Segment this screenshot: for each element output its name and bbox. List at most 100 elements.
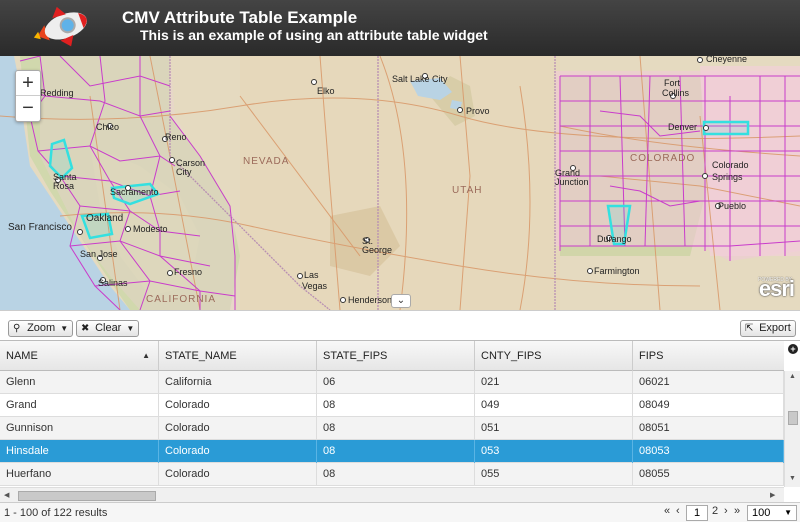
cell-state-fips: 08 bbox=[317, 463, 475, 486]
table-row[interactable]: Hinsdale Colorado 08 053 08053 bbox=[0, 440, 784, 463]
rocket-logo-icon bbox=[33, 6, 87, 47]
cell-state-name: Colorado bbox=[159, 440, 317, 463]
svg-text:UTAH: UTAH bbox=[452, 185, 482, 196]
svg-text:Sacramento: Sacramento bbox=[110, 187, 159, 197]
cell-state-fips: 06 bbox=[317, 371, 475, 394]
cell-fips: 08051 bbox=[633, 417, 784, 440]
current-page-box[interactable]: 1 bbox=[686, 505, 708, 521]
svg-text:Elko: Elko bbox=[317, 86, 335, 96]
svg-text:Cheyenne: Cheyenne bbox=[706, 56, 747, 64]
cell-state-name: Colorado bbox=[159, 417, 317, 440]
column-chooser-plus-icon[interactable]: + bbox=[788, 344, 798, 354]
export-button[interactable]: ⇱ Export bbox=[740, 320, 796, 337]
first-page-button[interactable]: « bbox=[664, 505, 670, 517]
svg-text:Pueblo: Pueblo bbox=[718, 201, 746, 211]
svg-text:NEVADA: NEVADA bbox=[243, 156, 289, 167]
svg-text:CALIFORNIA: CALIFORNIA bbox=[146, 294, 216, 305]
scroll-down-icon[interactable]: ▼ bbox=[789, 475, 796, 482]
cell-state-fips: 08 bbox=[317, 440, 475, 463]
export-icon: ⇱ bbox=[745, 323, 754, 334]
svg-text:Colorado: Colorado bbox=[712, 160, 749, 170]
clear-menu-button[interactable]: ✖ Clear ▼ bbox=[76, 320, 140, 337]
horizontal-scrollbar[interactable]: ◀ ▶ bbox=[0, 487, 784, 503]
svg-text:Rosa: Rosa bbox=[53, 181, 74, 191]
zoom-in-button[interactable]: + bbox=[16, 71, 40, 96]
svg-text:Modesto: Modesto bbox=[133, 224, 168, 234]
zoom-menu-label: Zoom bbox=[27, 322, 56, 334]
scroll-left-icon[interactable]: ◀ bbox=[4, 491, 9, 499]
svg-text:City: City bbox=[176, 167, 192, 177]
svg-text:Reno: Reno bbox=[165, 132, 187, 142]
svg-text:Farmington: Farmington bbox=[594, 266, 640, 276]
table-row[interactable]: Glenn California 06 021 06021 bbox=[0, 371, 784, 394]
zoom-control: + − bbox=[15, 70, 41, 122]
svg-text:Fresno: Fresno bbox=[174, 267, 202, 277]
collapse-table-chevron-icon[interactable]: ⌄ bbox=[391, 294, 411, 308]
next-page-button[interactable]: › bbox=[724, 505, 728, 517]
cell-state-name: Colorado bbox=[159, 394, 317, 417]
cell-fips: 08049 bbox=[633, 394, 784, 417]
esri-logo: esri bbox=[758, 276, 795, 301]
map-view[interactable]: Redding Chico Reno Carson City Santa Ros… bbox=[0, 56, 800, 310]
export-label: Export bbox=[759, 322, 791, 334]
svg-text:Collins: Collins bbox=[662, 88, 690, 98]
basemap: Redding Chico Reno Carson City Santa Ros… bbox=[0, 56, 800, 310]
cell-state-name: Colorado bbox=[159, 463, 317, 486]
horizontal-scroll-thumb[interactable] bbox=[18, 491, 156, 501]
page-title: CMV Attribute Table Example bbox=[122, 8, 358, 27]
app: CMV Attribute Table Example This is an e… bbox=[0, 0, 800, 522]
svg-text:San Francisco: San Francisco bbox=[8, 222, 72, 233]
table-row[interactable]: Huerfano Colorado 08 055 08055 bbox=[0, 463, 784, 486]
svg-text:Chico: Chico bbox=[96, 122, 119, 132]
app-header: CMV Attribute Table Example This is an e… bbox=[0, 0, 800, 56]
svg-text:Oakland: Oakland bbox=[86, 213, 123, 224]
svg-text:George: George bbox=[362, 245, 392, 255]
column-header-state-fips[interactable]: STATE_FIPS bbox=[317, 341, 475, 371]
table-toolbar: ⚲ Zoom ▼ ✖ Clear ▼ ⇱ Export bbox=[0, 310, 800, 340]
cell-name: Huerfano bbox=[0, 463, 159, 486]
scroll-right-icon[interactable]: ▶ bbox=[770, 491, 775, 499]
page-subtitle: This is an example of using an attribute… bbox=[140, 27, 488, 43]
svg-text:Springs: Springs bbox=[712, 172, 743, 182]
svg-text:Vegas: Vegas bbox=[302, 281, 328, 291]
table-footer: 1 - 100 of 122 results « ‹ 1 2 › » 100 ▼ bbox=[0, 502, 800, 522]
cell-cnty-fips: 055 bbox=[475, 463, 633, 486]
prev-page-button[interactable]: ‹ bbox=[676, 505, 680, 517]
cell-name: Hinsdale bbox=[0, 440, 159, 463]
scroll-up-icon[interactable]: ▲ bbox=[789, 373, 796, 380]
svg-text:Fort: Fort bbox=[664, 78, 681, 88]
cell-cnty-fips: 049 bbox=[475, 394, 633, 417]
svg-text:Junction: Junction bbox=[555, 177, 589, 187]
cell-name: Glenn bbox=[0, 371, 159, 394]
caret-down-icon: ▼ bbox=[60, 324, 69, 333]
column-header-fips[interactable]: FIPS bbox=[633, 341, 784, 371]
svg-text:Salt Lake City: Salt Lake City bbox=[392, 74, 448, 84]
cell-state-fips: 08 bbox=[317, 394, 475, 417]
table-row[interactable]: Grand Colorado 08 049 08049 bbox=[0, 394, 784, 417]
svg-text:Denver: Denver bbox=[668, 122, 697, 132]
magnifier-icon: ⚲ bbox=[13, 323, 21, 334]
svg-text:San Jose: San Jose bbox=[80, 249, 118, 259]
clear-menu-label: Clear bbox=[95, 322, 122, 334]
table-body: Glenn California 06 021 06021 Grand Colorado 08… bbox=[0, 371, 784, 487]
column-header-cnty-fips[interactable]: CNTY_FIPS bbox=[475, 341, 633, 371]
column-header-name[interactable]: NAME ▲ bbox=[0, 341, 159, 371]
svg-text:Henderson: Henderson bbox=[348, 295, 392, 305]
table-header: NAME ▲ STATE_NAME STATE_FIPS CNTY_FIPS F… bbox=[0, 341, 784, 371]
vertical-scrollbar[interactable]: ▲ ▼ bbox=[784, 371, 800, 487]
svg-text:COLORADO: COLORADO bbox=[630, 153, 695, 164]
svg-text:Provo: Provo bbox=[466, 106, 490, 116]
vertical-scroll-thumb[interactable] bbox=[788, 411, 798, 425]
attribute-table: NAME ▲ STATE_NAME STATE_FIPS CNTY_FIPS F… bbox=[0, 340, 800, 503]
svg-text:Las: Las bbox=[304, 270, 319, 280]
results-count: 1 - 100 of 122 results bbox=[4, 507, 108, 519]
table-row[interactable]: Gunnison Colorado 08 051 08051 bbox=[0, 417, 784, 440]
page-size-select[interactable]: 100 ▼ bbox=[747, 505, 797, 521]
sort-ascending-icon: ▲ bbox=[142, 351, 150, 360]
cell-fips: 08053 bbox=[633, 440, 784, 463]
zoom-out-button[interactable]: − bbox=[16, 96, 40, 121]
zoom-menu-button[interactable]: ⚲ Zoom ▼ bbox=[8, 320, 74, 337]
page-2-link[interactable]: 2 bbox=[712, 505, 718, 517]
column-header-state-name[interactable]: STATE_NAME bbox=[159, 341, 317, 371]
last-page-button[interactable]: » bbox=[734, 505, 740, 517]
